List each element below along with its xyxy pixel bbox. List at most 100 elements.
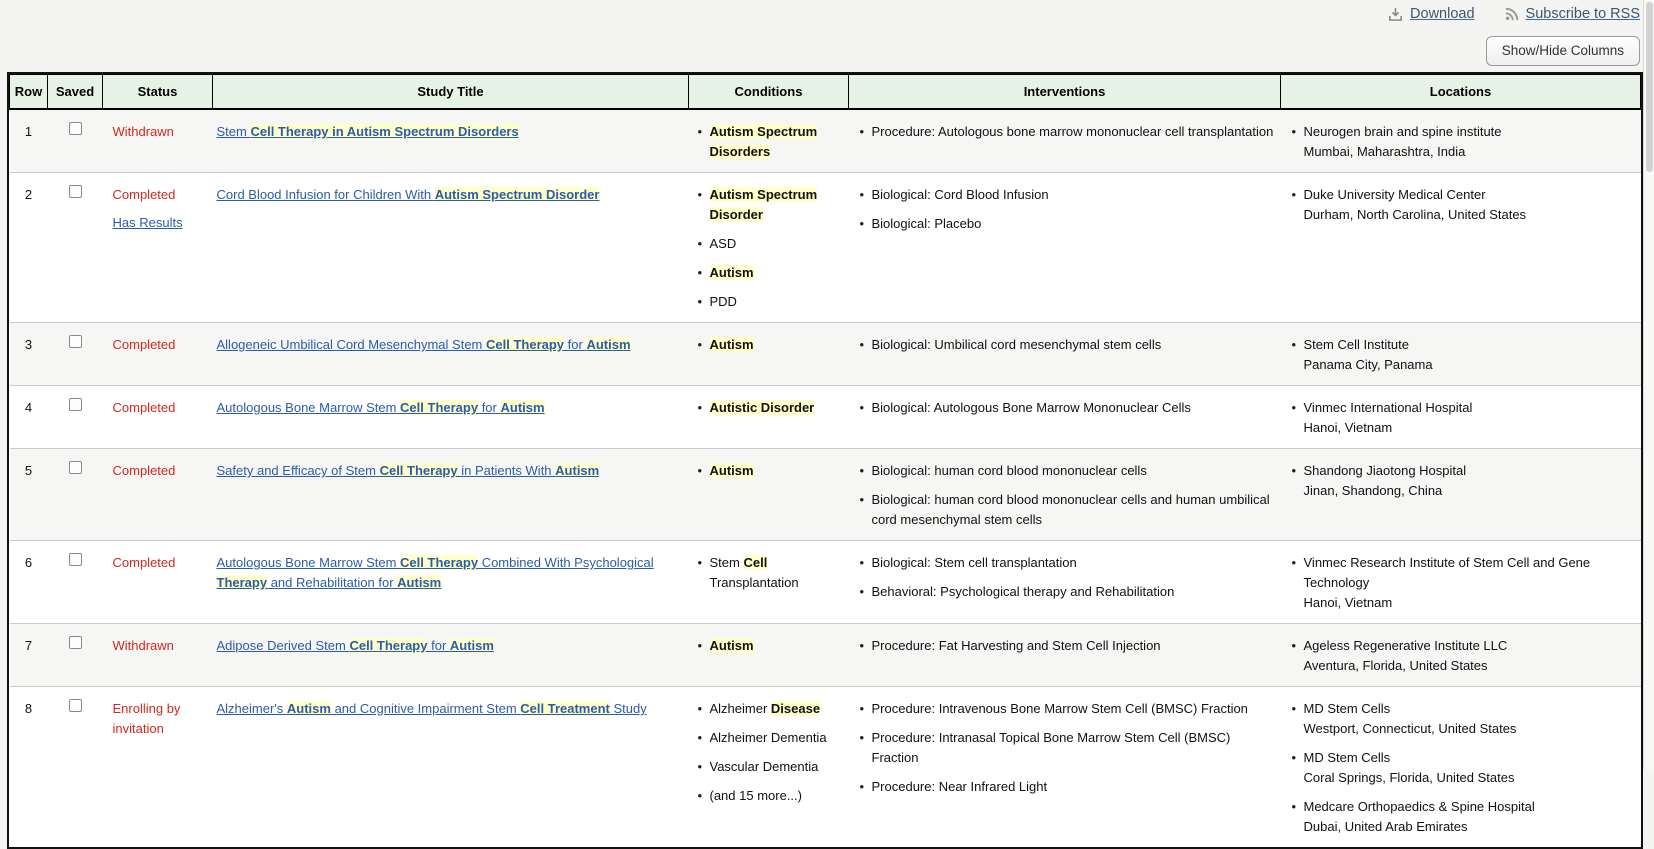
location-facility: Vinmec International Hospital <box>1304 398 1637 418</box>
highlighted-term: Therapy <box>217 575 268 590</box>
locations-list: Stem Cell InstitutePanama City, Panama <box>1291 335 1637 375</box>
study-title-link[interactable]: Stem Cell Therapy in Autism Spectrum Dis… <box>217 124 519 139</box>
text-segment: Transplantation <box>710 575 799 590</box>
text-segment: Study <box>610 701 647 716</box>
rss-icon <box>1505 7 1519 21</box>
status-text: Completed <box>113 337 176 352</box>
subscribe-rss-link[interactable]: Subscribe to RSS <box>1505 6 1640 22</box>
intervention-item: Biological: human cord blood mononuclear… <box>859 461 1275 481</box>
intervention-item: Biological: Stem cell transplantation <box>859 553 1275 573</box>
locations-list: Ageless Regenerative Institute LLCAventu… <box>1291 636 1637 676</box>
highlighted-term: Cell Therapy <box>349 638 427 653</box>
locations-list: Shandong Jiaotong HospitalJinan, Shandon… <box>1291 461 1637 501</box>
highlighted-term: Autism Spectrum Disorder <box>435 187 600 202</box>
scrollbar[interactable] <box>1643 0 1654 769</box>
text-segment: Combined With Psychological <box>478 555 654 570</box>
conditions-list: Autism Spectrum DisorderASDAutismPDD <box>697 185 845 312</box>
table-row: 6 Completed Autologous Bone Marrow Stem … <box>10 541 1641 624</box>
saved-checkbox[interactable] <box>69 699 82 712</box>
text-segment: Stem <box>217 124 251 139</box>
highlighted-term: Autism <box>500 400 544 415</box>
study-title-link[interactable]: Allogeneic Umbilical Cord Mesenchymal St… <box>217 337 631 352</box>
locations-list: Vinmec International HospitalHanoi, Viet… <box>1291 398 1637 438</box>
text-segment: Safety and Efficacy of Stem <box>217 463 380 478</box>
status-text: Withdrawn <box>113 124 174 139</box>
condition-item: PDD <box>697 292 845 312</box>
column-header-study-title: Study Title <box>213 75 689 110</box>
highlighted-term: Autism <box>397 575 441 590</box>
saved-checkbox[interactable] <box>69 398 82 411</box>
saved-checkbox[interactable] <box>69 185 82 198</box>
interventions-list: Biological: human cord blood mononuclear… <box>859 461 1275 530</box>
condition-item: Autistic Disorder <box>697 398 845 418</box>
row-number: 6 <box>25 555 32 570</box>
conditions-list: Autism Spectrum Disorders <box>697 122 845 162</box>
table-row: 1 Withdrawn Stem Cell Therapy in Autism … <box>10 109 1641 173</box>
location-city: Durham, North Carolina, United States <box>1304 205 1637 225</box>
row-number: 5 <box>25 463 32 478</box>
has-results-link[interactable]: Has Results <box>113 213 183 233</box>
column-header-conditions: Conditions <box>689 75 849 110</box>
text-segment: ASD <box>710 236 737 251</box>
highlighted-term: Cell Therapy <box>400 400 478 415</box>
interventions-list: Procedure: Intravenous Bone Marrow Stem … <box>859 699 1275 797</box>
row-number: 2 <box>25 187 32 202</box>
saved-checkbox[interactable] <box>69 335 82 348</box>
highlighted-term: Autism Spectrum Disorders <box>710 124 818 159</box>
locations-list: Neurogen brain and spine instituteMumbai… <box>1291 122 1637 162</box>
interventions-list: Biological: Stem cell transplantationBeh… <box>859 553 1275 602</box>
saved-checkbox[interactable] <box>69 553 82 566</box>
study-title-link[interactable]: Autologous Bone Marrow Stem Cell Therapy… <box>217 555 654 590</box>
location-city: Mumbai, Maharashtra, India <box>1304 142 1637 162</box>
interventions-list: Procedure: Fat Harvesting and Stem Cell … <box>859 636 1275 656</box>
location-city: Coral Springs, Florida, United States <box>1304 768 1637 788</box>
status-text: Completed <box>113 555 176 570</box>
location-item: Ageless Regenerative Institute LLCAventu… <box>1291 636 1637 676</box>
highlighted-term: Autism <box>710 265 754 280</box>
table-row: 2 Completed Has Results Cord Blood Infus… <box>10 173 1641 323</box>
highlighted-term: Cell Therapy <box>380 463 458 478</box>
intervention-item: Procedure: Near Infrared Light <box>859 777 1275 797</box>
location-item: Vinmec Research Institute of Stem Cell a… <box>1291 553 1637 613</box>
text-segment: Alzheimer's <box>217 701 287 716</box>
location-item: MD Stem CellsCoral Springs, Florida, Uni… <box>1291 748 1637 788</box>
status-text: Completed <box>113 463 176 478</box>
table-row: 4 Completed Autologous Bone Marrow Stem … <box>10 386 1641 449</box>
show-hide-columns-button[interactable]: Show/Hide Columns <box>1486 36 1640 66</box>
location-item: Stem Cell InstitutePanama City, Panama <box>1291 335 1637 375</box>
download-link[interactable]: Download <box>1388 6 1475 22</box>
column-header-saved: Saved <box>48 75 103 110</box>
condition-item: Autism Spectrum Disorders <box>697 122 845 162</box>
saved-checkbox[interactable] <box>69 461 82 474</box>
text-segment: Alzheimer Dementia <box>710 730 827 745</box>
saved-checkbox[interactable] <box>69 122 82 135</box>
study-title-link[interactable]: Adipose Derived Stem Cell Therapy for Au… <box>217 638 494 653</box>
highlighted-term: Autistic Disorder <box>710 400 815 415</box>
highlighted-term: Autism <box>710 463 754 478</box>
location-item: Medcare Orthopaedics & Spine HospitalDub… <box>1291 797 1637 837</box>
study-title-link[interactable]: Safety and Efficacy of Stem Cell Therapy… <box>217 463 600 478</box>
location-city: Hanoi, Vietnam <box>1304 418 1637 438</box>
location-item: Shandong Jiaotong HospitalJinan, Shandon… <box>1291 461 1637 501</box>
highlighted-term: Autism <box>555 463 599 478</box>
location-city: Dubai, United Arab Emirates <box>1304 817 1637 837</box>
scrollbar-thumb[interactable] <box>1646 2 1653 172</box>
row-number: 3 <box>25 337 32 352</box>
status-text: Completed <box>113 400 176 415</box>
location-item: Vinmec International HospitalHanoi, Viet… <box>1291 398 1637 438</box>
interventions-list: Biological: Cord Blood InfusionBiologica… <box>859 185 1275 234</box>
condition-item: Stem Cell Transplantation <box>697 553 845 593</box>
results-table-body: 1 Withdrawn Stem Cell Therapy in Autism … <box>10 109 1641 847</box>
status-text: Withdrawn <box>113 638 174 653</box>
saved-checkbox[interactable] <box>69 636 82 649</box>
location-city: Hanoi, Vietnam <box>1304 593 1637 613</box>
location-facility: Duke University Medical Center <box>1304 185 1637 205</box>
row-number: 7 <box>25 638 32 653</box>
locations-list: Vinmec Research Institute of Stem Cell a… <box>1291 553 1637 613</box>
status-text: Completed <box>113 187 176 202</box>
study-title-link[interactable]: Autologous Bone Marrow Stem Cell Therapy… <box>217 400 545 415</box>
highlighted-term: Autism <box>450 638 494 653</box>
conditions-list: Autism <box>697 335 845 355</box>
study-title-link[interactable]: Alzheimer's Autism and Cognitive Impairm… <box>217 701 647 716</box>
study-title-link[interactable]: Cord Blood Infusion for Children With Au… <box>217 187 600 202</box>
